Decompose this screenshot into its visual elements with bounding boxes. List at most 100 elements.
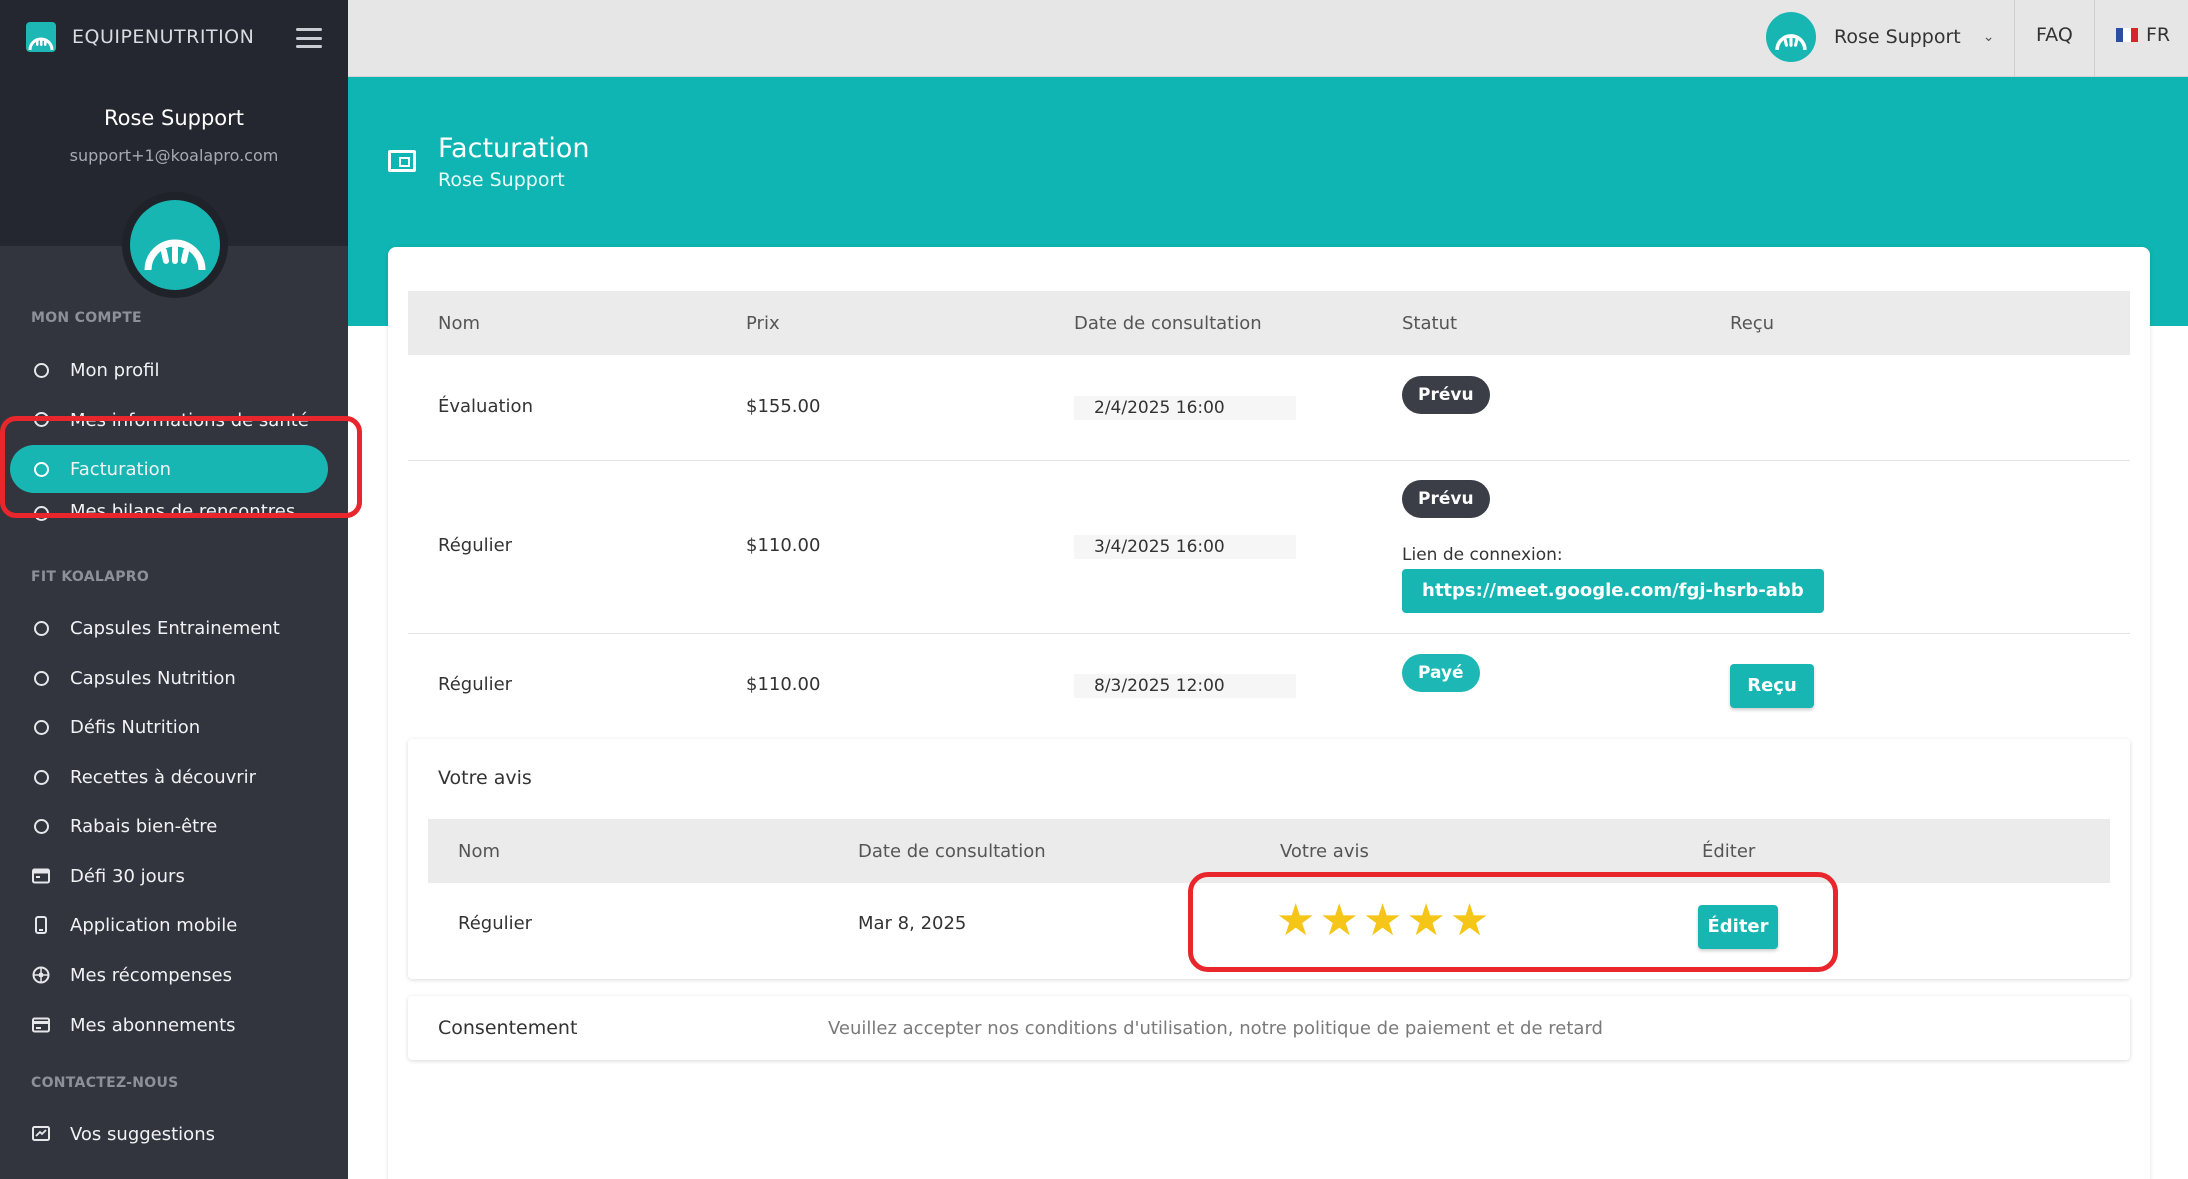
avatar: [1766, 12, 1816, 62]
divider: [408, 633, 2130, 634]
column-header: Nom: [438, 313, 481, 334]
row-name: Évaluation: [438, 396, 533, 417]
status-badge: Prévu: [1402, 480, 1490, 518]
brand-logo-icon: [26, 22, 56, 52]
sidebar-item-recettes[interactable]: Recettes à découvrir: [10, 753, 328, 801]
sidebar-item-label: Capsules Entrainement: [70, 617, 280, 639]
column-header: Date de consultation: [1074, 313, 1262, 334]
sidebar-item-abonnements[interactable]: Mes abonnements: [10, 1001, 328, 1049]
star-icon[interactable]: ★: [1363, 899, 1402, 943]
sidebar-item-label: Recettes à découvrir: [70, 766, 257, 788]
brand-name: EQUIPENUTRITION: [72, 26, 255, 48]
card-icon: [32, 1016, 50, 1034]
flag-fr-icon: [2116, 28, 2138, 42]
star-icon[interactable]: ★: [1319, 899, 1358, 943]
consent-text: Veuillez accepter nos conditions d'utili…: [828, 1018, 1603, 1039]
circle-icon: [32, 768, 50, 786]
circle-icon: [32, 504, 50, 522]
status-badge: Prévu: [1402, 376, 1490, 414]
sidebar-item-label: Rabais bien-être: [70, 815, 218, 837]
billing-icon: [388, 150, 416, 172]
review-row-name: Régulier: [458, 913, 533, 934]
sidebar: EQUIPENUTRITION Rose Support support+1@k…: [0, 0, 348, 1179]
sidebar-item-label: Mes abonnements: [70, 1014, 236, 1036]
sidebar-item-sante[interactable]: Mes informations de santé: [10, 396, 328, 436]
divider: [2014, 0, 2015, 77]
row-price: $110.00: [746, 674, 821, 695]
meeting-link-button[interactable]: https://meet.google.com/fgj-hsrb-abb: [1402, 569, 1824, 613]
sidebar-item-mon-profil[interactable]: Mon profil: [10, 346, 328, 394]
sidebar-item-recompenses[interactable]: Mes récompenses: [10, 951, 328, 999]
sidebar-item-capsules-nutrition[interactable]: Capsules Nutrition: [10, 654, 328, 702]
column-header: Date de consultation: [858, 841, 1046, 862]
divider: [408, 460, 2130, 461]
status-badge: Payé: [1402, 654, 1480, 692]
language-selector[interactable]: FR: [2116, 24, 2170, 46]
sidebar-item-label: Défi 30 jours: [70, 865, 185, 887]
sidebar-item-defis-nutrition[interactable]: Défis Nutrition: [10, 703, 328, 751]
sidebar-item-defi-30-jours[interactable]: Défi 30 jours: [10, 852, 328, 900]
star-icon[interactable]: ★: [1276, 899, 1315, 943]
sidebar-item-suggestions[interactable]: Vos suggestions: [10, 1110, 328, 1158]
sidebar-item-label: Facturation: [70, 458, 172, 480]
sidebar-item-capsules-entrainement[interactable]: Capsules Entrainement: [10, 604, 328, 652]
award-icon: [32, 966, 50, 984]
row-name: Régulier: [438, 674, 513, 695]
sidebar-item-application-mobile[interactable]: Application mobile: [10, 901, 328, 949]
sidebar-item-label: Mes récompenses: [70, 964, 232, 986]
column-header: Nom: [458, 841, 501, 862]
star-icon[interactable]: ★: [1450, 899, 1489, 943]
circle-icon: [32, 361, 50, 379]
review-title: Votre avis: [438, 767, 532, 789]
page-title: Facturation: [438, 133, 590, 164]
circle-icon: [32, 410, 50, 428]
row-date: 8/3/2025 12:00: [1074, 674, 1296, 698]
faq-link[interactable]: FAQ: [2036, 24, 2073, 46]
circle-icon: [32, 817, 50, 835]
review-row-date: Mar 8, 2025: [858, 913, 967, 934]
column-header: Éditer: [1702, 841, 1756, 862]
section-mon-compte: MON COMPTE: [31, 310, 142, 326]
row-name: Régulier: [438, 535, 513, 556]
edit-review-button[interactable]: Éditer: [1698, 905, 1778, 949]
brand[interactable]: EQUIPENUTRITION: [26, 22, 254, 52]
sidebar-item-label: Mes informations de santé: [70, 410, 309, 431]
row-price: $155.00: [746, 396, 821, 417]
sidebar-item-rabais[interactable]: Rabais bien-être: [10, 802, 328, 850]
consent-label: Consentement: [438, 1017, 578, 1039]
section-fit-koalapro: FIT KOALAPRO: [31, 569, 150, 585]
column-header: Statut: [1402, 313, 1458, 334]
sidebar-item-label: Application mobile: [70, 914, 238, 936]
sidebar-item-bilans[interactable]: Mes bilans de rencontres: [10, 494, 328, 524]
sidebar-item-label: Capsules Nutrition: [70, 667, 236, 689]
avatar[interactable]: [122, 192, 228, 298]
column-header: Reçu: [1730, 313, 1775, 334]
sidebar-item-label: Mon profil: [70, 359, 160, 381]
menu-toggle-icon[interactable]: [296, 28, 322, 48]
receipt-button[interactable]: Reçu: [1730, 664, 1814, 708]
circle-icon: [32, 718, 50, 736]
sidebar-item-label: Vos suggestions: [70, 1123, 215, 1145]
topbar-user-name: Rose Support: [1834, 26, 1961, 48]
sidebar-item-label: Mes bilans de rencontres: [70, 501, 296, 522]
sidebar-item-label: Défis Nutrition: [70, 716, 201, 738]
billing-table-header: Nom Prix Date de consultation Statut Reç…: [408, 291, 2130, 355]
section-contactez-nous: CONTACTEZ-NOUS: [31, 1075, 179, 1091]
user-menu[interactable]: Rose Support ⌄: [1766, 12, 1994, 62]
review-section: Votre avis Nom Date de consultation Votr…: [408, 739, 2130, 979]
star-rating[interactable]: ★ ★ ★ ★ ★: [1276, 899, 1489, 943]
row-price: $110.00: [746, 535, 821, 556]
mobile-icon: [32, 916, 50, 934]
column-header: Prix: [746, 313, 780, 334]
column-header: Votre avis: [1280, 841, 1369, 862]
language-label: FR: [2146, 24, 2171, 46]
sidebar-user-name: Rose Support: [103, 106, 245, 130]
calendar-icon: [32, 867, 50, 885]
star-icon[interactable]: ★: [1406, 899, 1445, 943]
feedback-icon: [32, 1125, 50, 1143]
circle-icon: [32, 669, 50, 687]
topbar: Rose Support ⌄ FAQ FR: [348, 0, 2188, 77]
row-date: 3/4/2025 16:00: [1074, 535, 1296, 559]
sidebar-item-facturation[interactable]: Facturation: [10, 445, 328, 493]
chevron-down-icon: ⌄: [1982, 29, 1995, 45]
